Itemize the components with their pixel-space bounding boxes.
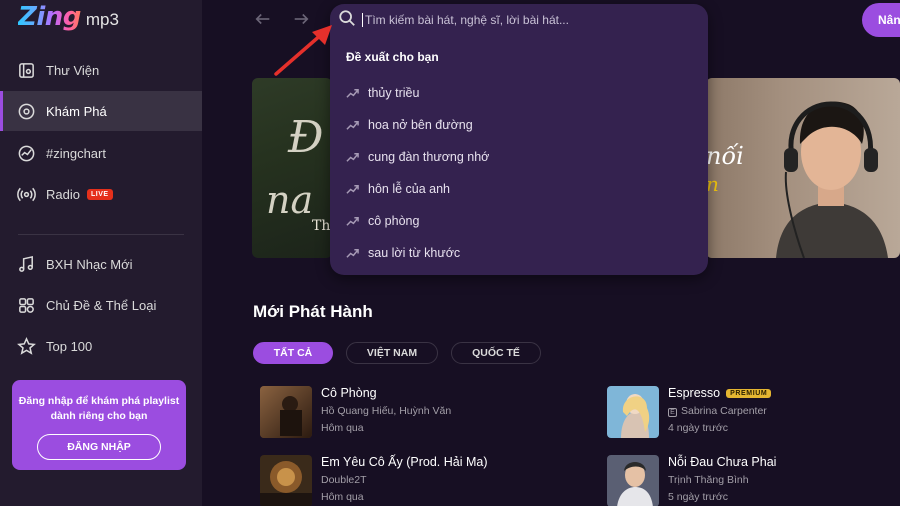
song-time: Hôm qua (321, 491, 364, 503)
song-cover (607, 455, 659, 506)
search-input[interactable] (362, 13, 692, 27)
suggestion-label: hoa nở bên đường (368, 118, 473, 132)
sidebar-item-zingchart[interactable]: #zingchart (0, 133, 202, 173)
song-artist[interactable]: Double2T (321, 474, 367, 486)
sidebar-item-label: Radio (46, 186, 80, 202)
logo-mp3-text: mp3 (85, 10, 119, 29)
song-title[interactable]: Cô Phòng (321, 386, 377, 400)
suggestion-item[interactable]: thủy triều (346, 82, 696, 104)
sidebar-item-top100[interactable]: Top 100 (0, 326, 202, 366)
suggestions-title: Đề xuất cho bạn (346, 50, 439, 64)
suggestion-item[interactable]: hôn lễ của anh (346, 178, 696, 200)
live-badge: LIVE (86, 188, 113, 200)
explicit-icon: E (668, 408, 677, 417)
song-artist-text: Sabrina Carpenter (681, 405, 767, 417)
login-promo: Đăng nhập để khám phá playlist dành riên… (12, 380, 186, 470)
sidebar-item-label: BXH Nhạc Mới (46, 256, 133, 272)
song-artist[interactable]: E Sabrina Carpenter (668, 405, 767, 417)
logo-zing-text: Zing (18, 2, 81, 32)
song-item[interactable]: Nỗi Đau Chưa Phai Trịnh Thăng Bình 5 ngà… (607, 455, 897, 506)
song-time: 4 ngày trước (668, 422, 729, 434)
sidebar-item-discover[interactable]: Khám Phá (0, 91, 202, 131)
banner-left[interactable]: Đ na Th (252, 78, 332, 258)
suggestion-label: cô phòng (368, 214, 420, 228)
suggestion-label: cung đàn thương nhớ (368, 150, 490, 164)
sidebar-item-radio[interactable]: Radio LIVE (0, 174, 202, 214)
login-prompt: Đăng nhập để khám phá playlist dành riên… (18, 395, 180, 422)
category-icon (16, 295, 36, 315)
suggestion-item[interactable]: hoa nở bên đường (346, 114, 696, 136)
search-bar (330, 4, 708, 36)
song-artist[interactable]: Hồ Quang Hiếu, Huỳnh Văn (321, 405, 451, 417)
sidebar-item-label: Chủ Đề & Thể Loại (46, 297, 157, 313)
artist-photo (776, 101, 888, 258)
filter-vietnam[interactable]: VIỆT NAM (346, 342, 438, 364)
login-button[interactable]: ĐĂNG NHẬP (37, 434, 161, 460)
filter-all[interactable]: TẤT CẢ (253, 342, 333, 364)
song-time: 5 ngày trước (668, 491, 729, 503)
song-time: Hôm qua (321, 422, 364, 434)
sidebar-item-label: #zingchart (46, 145, 106, 161)
trending-icon (346, 152, 359, 162)
library-icon (16, 60, 36, 80)
sidebar-item-label: Thư Viện (46, 62, 100, 78)
search-dropdown: Đề xuất cho bạn thủy triều hoa nở bên đư… (330, 4, 708, 275)
suggestion-item[interactable]: sau lời từ khước (346, 242, 696, 264)
banner-right-text-1: nối (706, 142, 744, 170)
song-title[interactable]: Nỗi Đau Chưa Phai (668, 455, 776, 469)
banner-right[interactable]: nối n (706, 78, 900, 258)
sidebar-item-genres[interactable]: Chủ Đề & Thể Loại (0, 285, 202, 325)
song-cover (260, 386, 312, 438)
zingmp3-logo[interactable]: Zing mp3 (18, 2, 119, 36)
song-item[interactable]: Espresso PREMIUM E Sabrina Carpenter 4 ngà… (607, 386, 897, 438)
song-cover (260, 455, 312, 506)
trending-icon (346, 184, 359, 194)
sidebar-item-new-chart[interactable]: BXH Nhạc Mới (0, 244, 202, 284)
new-releases-title: Mới Phát Hành (253, 302, 373, 321)
filter-international[interactable]: QUỐC TẾ (451, 342, 541, 364)
premium-badge: PREMIUM (726, 389, 772, 398)
trending-icon (346, 120, 359, 130)
banner-left-text-3: Th (312, 218, 331, 234)
radio-icon (16, 184, 36, 204)
trending-icon (346, 216, 359, 226)
sidebar-item-label: Top 100 (46, 338, 93, 354)
banner-left-text-2: na (266, 178, 314, 222)
suggestion-item[interactable]: cung đàn thương nhớ (346, 146, 696, 168)
sidebar-item-label: Khám Phá (46, 103, 107, 119)
suggestion-label: thủy triều (368, 86, 420, 100)
trending-icon (346, 88, 359, 98)
song-artist[interactable]: Trịnh Thăng Bình (668, 474, 749, 486)
search-icon[interactable] (338, 9, 356, 32)
song-title-text: Espresso (668, 386, 721, 400)
song-item[interactable]: Em Yêu Cô Ấy (Prod. Hải Ma) Double2T Hôm… (260, 455, 580, 506)
disc-icon (16, 101, 36, 121)
suggestion-label: hôn lễ của anh (368, 182, 451, 196)
song-title[interactable]: Espresso PREMIUM (668, 386, 772, 400)
upgrade-button[interactable]: Nân (862, 3, 900, 37)
annotation-arrow-icon (274, 25, 332, 76)
sidebar-item-library[interactable]: Thư Viện (0, 50, 202, 90)
trending-icon (346, 248, 359, 258)
chart-icon (16, 143, 36, 163)
suggestion-item[interactable]: cô phòng (346, 210, 696, 232)
star-icon (16, 336, 36, 356)
song-item[interactable]: Cô Phòng Hồ Quang Hiếu, Huỳnh Văn Hôm qu… (260, 386, 580, 438)
suggestion-label: sau lời từ khước (368, 246, 461, 260)
banner-left-text-1: Đ (288, 112, 324, 163)
song-cover (607, 386, 659, 438)
sidebar: Zing mp3 Thư Viện Khám Phá #zingchart Ra… (0, 0, 202, 506)
music-note-icon (16, 254, 36, 274)
sidebar-divider (18, 234, 184, 235)
song-title[interactable]: Em Yêu Cô Ấy (Prod. Hải Ma) (321, 455, 488, 469)
